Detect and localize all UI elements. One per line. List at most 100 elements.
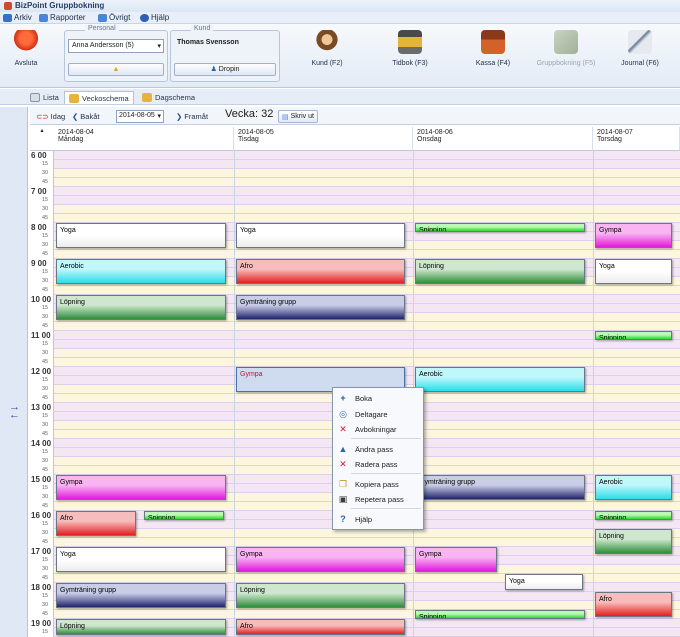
ctx-repetera-pass[interactable]: ▣ Repetera pass [333,493,423,505]
quarter-label: 15 [42,269,49,275]
class-event[interactable]: Gympa [595,223,672,248]
ctx-boka[interactable]: + Boka [333,392,423,404]
help-icon [140,13,149,22]
time-slot-row[interactable] [54,169,680,178]
class-event[interactable]: Yoga [595,259,672,284]
class-event[interactable]: Aerobic [595,475,672,500]
bakat-button[interactable]: ❮ Bakåt [72,110,99,123]
time-slot-row[interactable] [54,286,680,295]
tidbok-button[interactable]: Tidbok (F3) [370,30,450,84]
class-event[interactable]: Afro [595,592,672,617]
class-event[interactable]: Löpning [415,259,585,284]
menu-ovrigt[interactable]: Övrigt [98,13,130,22]
class-event[interactable]: Löpning [595,529,672,554]
idag-button[interactable]: ⊂⊃ Idag [36,110,65,123]
time-slot-row[interactable] [54,331,680,340]
quarter-label: 30 [42,494,49,500]
kund-button[interactable]: Kund (F2) [287,30,367,84]
gruppbokning-button[interactable]: Gruppbokning (F5) [530,30,602,84]
grid-corner: ▴ [30,127,54,151]
hour-label: 12 00 [31,367,52,376]
dropin-button[interactable]: ♟ Dropin [174,63,276,76]
class-event[interactable]: Gymträning grupp [236,295,405,320]
class-event[interactable]: Spinning [595,331,672,340]
chevron-down-icon: ▾ [157,43,161,50]
day-header-wednesday[interactable]: 2014-08-06 Onsdag [413,127,593,151]
tab-lista[interactable]: Lista [30,91,59,104]
day-header-tuesday[interactable]: 2014-08-05 Tisdag [234,127,413,151]
personal-select[interactable]: Anna Andersson (5) ▾ [68,39,164,53]
class-event[interactable]: Spinning [595,511,672,520]
personal-lock-button[interactable]: ▲ [68,63,164,76]
menu-rapporter[interactable]: Rapporter [39,13,86,22]
ctx-kopiera-pass[interactable]: ❐ Kopiera pass [333,478,423,490]
time-slot-row[interactable] [54,529,680,538]
time-slot-row[interactable] [54,160,680,169]
time-slot-row[interactable] [54,205,680,214]
class-event[interactable]: Yoga [56,547,226,572]
class-event[interactable]: Afro [236,259,405,284]
time-slot-row[interactable] [54,187,680,196]
ctx-radera-pass[interactable]: ✕ Radera pass [333,458,423,470]
class-event[interactable]: Aerobic [415,367,585,392]
class-event[interactable]: Yoga [505,574,583,590]
folder-icon [3,13,12,22]
time-slot-row[interactable] [54,358,680,367]
time-slot-row[interactable] [54,574,680,583]
time-slot-row[interactable] [54,250,680,259]
class-event[interactable]: Löpning [56,295,226,320]
menu-hjalp[interactable]: Hjälp [140,13,169,22]
quarter-label: 30 [42,602,49,608]
quarter-label: 30 [42,386,49,392]
journal-button[interactable]: Journal (F6) [608,30,672,84]
quarter-label: 45 [42,467,49,473]
class-event[interactable]: Spinning [415,223,585,232]
class-event[interactable]: Gympa [56,475,226,500]
event-label: Spinning [419,614,447,619]
date-picker[interactable]: 2014-08-05 ▾ [116,110,164,123]
swap-arrows-icon[interactable]: → ← [9,402,20,421]
chevron-left-icon: ❮ [72,112,79,121]
quarter-label: 30 [42,530,49,536]
time-slot-row[interactable] [54,349,680,358]
skriv-ut-button[interactable]: ▤ Skriv ut [278,110,318,123]
class-event[interactable]: Afro [56,511,136,536]
tab-dagschema[interactable]: Dagschema [142,91,195,104]
day-header-thursday[interactable]: 2014-08-07 Torsdag [593,127,680,151]
time-slot-row[interactable] [54,610,680,619]
time-slot-row[interactable] [54,340,680,349]
class-event[interactable]: Gympa [415,547,497,572]
avsluta-button[interactable]: Avsluta [6,30,46,84]
event-label: Gymträning grupp [419,479,476,486]
kassa-button[interactable]: Kassa (F4) [453,30,533,84]
class-event[interactable]: Spinning [415,610,585,619]
quarter-label: 15 [42,557,49,563]
time-slot-row[interactable] [54,196,680,205]
day-header-monday[interactable]: 2014-08-04 Måndag [54,127,234,151]
time-slot-row[interactable] [54,151,680,160]
framat-button[interactable]: ❯ Framåt [176,110,208,123]
ctx-hjalp[interactable]: ? Hjälp [333,513,423,525]
menu-arkiv[interactable]: Arkiv [3,13,32,22]
class-event[interactable]: Löpning [56,619,226,635]
ctx-avbokningar[interactable]: ✕ Avbokningar [333,423,423,435]
time-slot-row[interactable] [54,538,680,547]
time-slot-row[interactable] [54,214,680,223]
ctx-andra-pass[interactable]: ▲ Ändra pass [333,443,423,455]
class-event[interactable]: Gymträning grupp [56,583,226,608]
class-event[interactable]: Gympa [236,547,405,572]
ctx-deltagare[interactable]: ◎ Deltagare [333,408,423,420]
class-event[interactable]: Afro [236,619,405,635]
tab-veckoschema[interactable]: Veckoschema [64,91,134,104]
class-event[interactable]: Spinning [144,511,224,520]
class-event[interactable]: Yoga [56,223,226,248]
class-event[interactable]: Löpning [236,583,405,608]
class-event[interactable]: Gymträning grupp [415,475,585,500]
quarter-label: 45 [42,503,49,509]
time-slot-row[interactable] [54,178,680,187]
hour-label: 10 00 [31,295,52,304]
time-slot-row[interactable] [54,322,680,331]
class-event[interactable]: Yoga [236,223,405,248]
class-event[interactable]: Aerobic [56,259,226,284]
window-title: BizPoint Gruppbokning [15,1,105,10]
